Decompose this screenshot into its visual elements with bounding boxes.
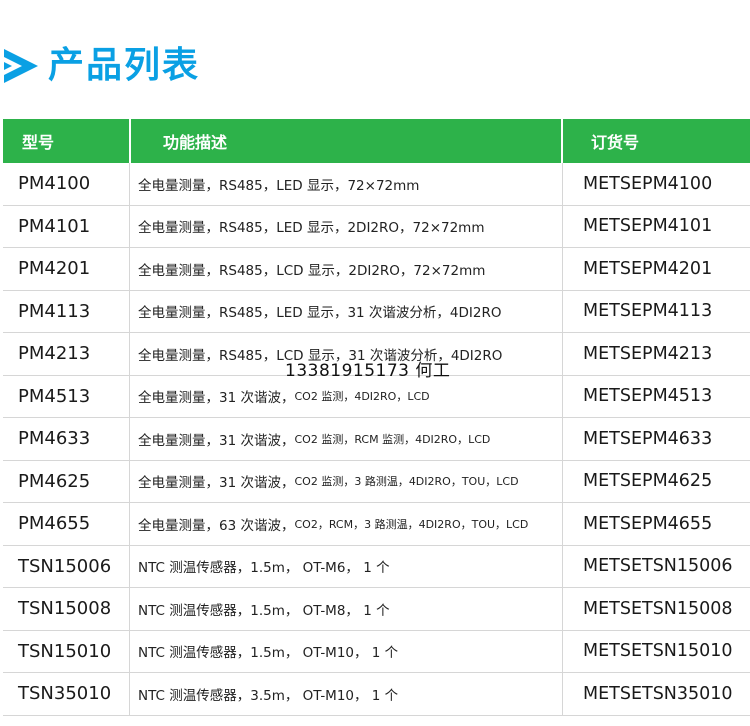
watermark-text: 13381915173 何工	[285, 361, 451, 381]
cell-model: TSN15010	[18, 640, 112, 662]
cell-order: METSEPM4633	[583, 428, 713, 449]
desc-main: 全电量测量，RS485，LCD 显示，2DI2RO，72×72mm	[138, 262, 486, 279]
cell-desc: NTC 测温传感器，3.5m， OT-M10， 1 个	[129, 673, 563, 715]
table-row: TSN15006 NTC 测温传感器，1.5m， OT-M6， 1 个 METSET…	[3, 545, 750, 588]
cell-order: METSEPM4213	[583, 343, 713, 364]
cell-order: METSEPM4201	[583, 258, 713, 279]
desc-main: 全电量测量，RS485，LED 显示，72×72mm	[138, 177, 420, 194]
header-model: 型号	[22, 133, 55, 152]
table-header: 型号 功能描述 订货号	[3, 119, 750, 163]
cell-desc: 全电量测量，RS485，LED 显示，2DI2RO，72×72mm	[129, 205, 563, 247]
desc-main: 全电量测量，31 次谐波，	[138, 475, 295, 492]
table-row: PM4100 全电量测量，RS485，LED 显示，72×72mm METSEPM4…	[3, 163, 750, 206]
cell-model: PM4100	[18, 173, 91, 195]
arrow-right-icon	[4, 49, 38, 83]
cell-order: METSEPM4625	[583, 471, 713, 492]
table-row: TSN35010 NTC 测温传感器，3.5m， OT-M10， 1 个 METSE…	[3, 673, 750, 716]
table-row: PM4625 全电量测量，31 次谐波， CO2 监测，3 路测温，4DI2RO，T…	[3, 460, 750, 503]
desc-main: 全电量测量，63 次谐波，	[138, 517, 295, 534]
table-row: PM4513 全电量测量，31 次谐波， CO2 监测，4DI2RO，LCD METS…	[3, 375, 750, 418]
cell-desc: NTC 测温传感器，1.5m， OT-M6， 1 个	[129, 545, 563, 587]
cell-desc: 全电量测量，63 次谐波， CO2，RCM，3 路测温，4DI2RO，TOU，LC…	[129, 503, 563, 545]
cell-order: METSEPM4101	[583, 216, 713, 237]
desc-main: NTC 测温传感器，1.5m， OT-M8， 1 个	[138, 602, 390, 619]
cell-model: TSN15006	[18, 555, 112, 577]
cell-order: METSEPM4100	[583, 173, 713, 194]
desc-main: NTC 测温传感器，3.5m， OT-M10， 1 个	[138, 687, 399, 704]
cell-order: METSETSN35010	[583, 683, 733, 704]
table-row: TSN15010 NTC 测温传感器，1.5m， OT-M10， 1 个 METSE…	[3, 630, 750, 673]
header-desc: 功能描述	[129, 119, 563, 163]
desc-main: NTC 测温传感器，1.5m， OT-M10， 1 个	[138, 645, 399, 662]
table-body: PM4100 全电量测量，RS485，LED 显示，72×72mm METSEPM4…	[3, 163, 750, 716]
table-row: PM4633 全电量测量，31 次谐波， CO2 监测，RCM 监测，4DI2RO，…	[3, 418, 750, 461]
desc-detail: CO2 监测，RCM 监测，4DI2RO，LCD	[294, 432, 491, 446]
cell-model: TSN35010	[18, 683, 112, 705]
cell-model: PM4213	[18, 343, 91, 365]
cell-model: PM4633	[18, 428, 91, 450]
table-row: PM4113 全电量测量，RS485，LED 显示，31 次谐波分析，4DI2RO…	[3, 290, 750, 333]
header-order: 订货号	[591, 133, 640, 152]
cell-model: PM4513	[18, 385, 91, 407]
cell-desc: 全电量测量，31 次谐波， CO2 监测，3 路测温，4DI2RO，TOU，LCD	[129, 460, 563, 502]
cell-desc: 全电量测量，RS485，LED 显示，72×72mm	[129, 163, 563, 205]
cell-order: METSETSN15010	[583, 641, 733, 662]
table-row: TSN15008 NTC 测温传感器，1.5m， OT-M8， 1 个 METSET…	[3, 588, 750, 631]
cell-desc: NTC 测温传感器，1.5m， OT-M10， 1 个	[129, 630, 563, 672]
desc-detail: CO2 监测，4DI2RO，LCD	[294, 390, 430, 404]
cell-model: PM4101	[18, 215, 91, 237]
cell-order: METSEPM4655	[583, 513, 713, 534]
cell-desc: 全电量测量，RS485，LCD 显示，2DI2RO，72×72mm	[129, 248, 563, 290]
desc-detail: CO2，RCM，3 路测温，4DI2RO，TOU，LCD	[294, 517, 529, 531]
title-text: 产品列表	[48, 45, 201, 86]
table-row: PM4655 全电量测量，63 次谐波， CO2，RCM，3 路测温，4DI2RO，…	[3, 503, 750, 546]
table-row: PM4101 全电量测量，RS485，LED 显示，2DI2RO，72×72mm M…	[3, 205, 750, 248]
cell-desc: NTC 测温传感器，1.5m， OT-M8， 1 个	[129, 588, 563, 630]
product-table: 型号 功能描述 订货号 PM4100 全电量测量，RS485，LED 显示，72×…	[3, 119, 750, 716]
cell-model: PM4625	[18, 470, 91, 492]
cell-desc: 全电量测量，31 次谐波， CO2 监测，4DI2RO，LCD	[129, 375, 563, 417]
cell-desc: 全电量测量，RS485，LED 显示，31 次谐波分析，4DI2RO	[129, 290, 563, 332]
desc-main: 全电量测量，RS485，LED 显示，2DI2RO，72×72mm	[138, 220, 485, 237]
desc-main: NTC 测温传感器，1.5m， OT-M6， 1 个	[138, 560, 390, 577]
page-title: 产品列表	[4, 40, 200, 92]
desc-main: 全电量测量，RS485，LED 显示，31 次谐波分析，4DI2RO	[138, 305, 502, 322]
desc-detail: CO2 监测，3 路测温，4DI2RO，TOU，LCD	[294, 475, 519, 489]
cell-model: PM4113	[18, 300, 91, 322]
cell-order: METSETSN15008	[583, 598, 733, 619]
table-row: PM4201 全电量测量，RS485，LCD 显示，2DI2RO，72×72mm M…	[3, 248, 750, 291]
desc-main: 全电量测量，31 次谐波，	[138, 390, 295, 407]
cell-order: METSEPM4513	[583, 386, 713, 407]
desc-main: 全电量测量，31 次谐波，	[138, 432, 295, 449]
cell-order: METSEPM4113	[583, 301, 713, 322]
cell-order: METSETSN15006	[583, 556, 733, 577]
cell-model: PM4201	[18, 258, 91, 280]
cell-model: TSN15008	[18, 598, 112, 620]
cell-desc: 全电量测量，31 次谐波， CO2 监测，RCM 监测，4DI2RO，LCD	[129, 418, 563, 460]
cell-model: PM4655	[18, 513, 91, 535]
